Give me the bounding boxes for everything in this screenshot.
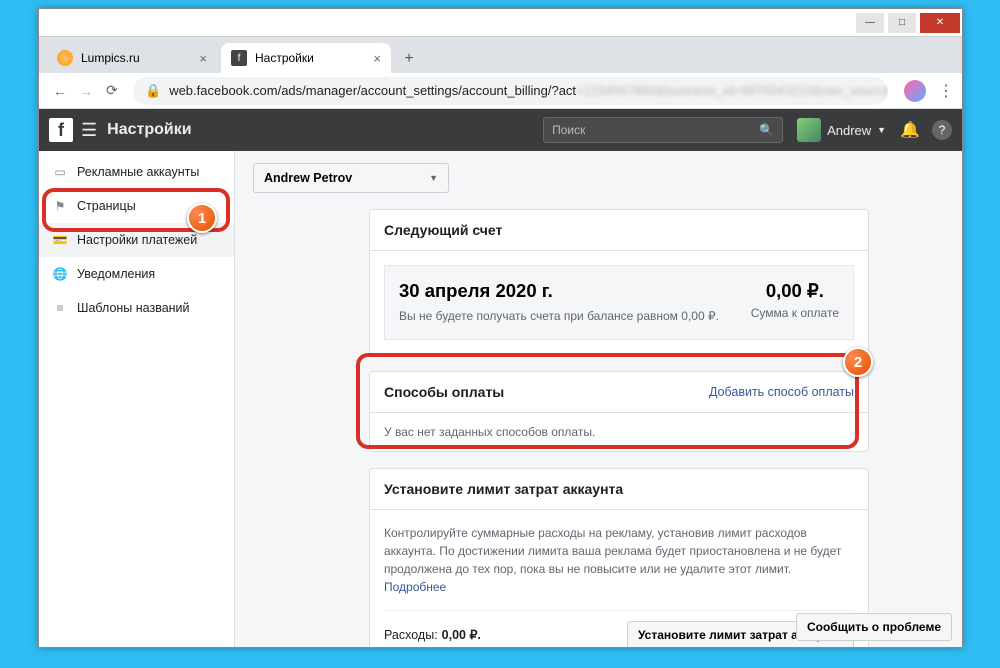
account-dropdown[interactable]: Andrew Petrov ▼ xyxy=(253,163,449,193)
tab-title: Lumpics.ru xyxy=(81,51,140,65)
notifications-icon[interactable]: 🔔 xyxy=(900,120,920,140)
spend-limit-description: Контролируйте суммарные расходы на рекла… xyxy=(384,524,854,596)
sidebar-item-ad-accounts[interactable]: ▭ Рекламные аккаунты xyxy=(39,155,234,189)
avatar-icon xyxy=(797,118,821,142)
user-menu[interactable]: Andrew ▼ xyxy=(797,118,886,142)
next-bill-note: Вы не будете получать счета при балансе … xyxy=(399,308,733,325)
account-dropdown-label: Andrew Petrov xyxy=(264,171,352,185)
no-payment-methods-text: У вас нет заданных способов оплаты. xyxy=(370,412,868,451)
credit-card-icon: 💳 xyxy=(53,233,67,247)
payment-methods-card: Способы оплаты Добавить способ оплаты У … xyxy=(369,371,869,452)
window-minimize-button[interactable]: — xyxy=(856,13,884,33)
url-bar: ← → ⟳ 🔒 web.facebook.com/ads/manager/acc… xyxy=(39,73,962,109)
template-icon: ≡ xyxy=(53,301,67,315)
nav-back-button[interactable]: ← xyxy=(47,78,73,104)
nav-forward-button[interactable]: → xyxy=(73,78,99,104)
list-icon: ▭ xyxy=(53,165,67,179)
url-text: web.facebook.com/ads/manager/account_set… xyxy=(169,83,888,98)
search-icon: 🔍 xyxy=(759,123,774,137)
caret-down-icon: ▼ xyxy=(877,125,886,135)
annotation-badge-1: 1 xyxy=(187,203,217,233)
user-name: Andrew xyxy=(827,123,871,138)
spend-value: 0,00 ₽. xyxy=(442,627,481,642)
window-maximize-button[interactable]: □ xyxy=(888,13,916,33)
bill-amount-label: Сумма к оплате xyxy=(751,306,839,320)
window-close-button[interactable]: ✕ xyxy=(920,13,960,33)
card-header: Установите лимит затрат аккаунта xyxy=(370,469,868,509)
spend-row: Расходы: 0,00 ₽. Установите лимит затрат… xyxy=(384,610,854,647)
browser-tab-active[interactable]: f Настройки × xyxy=(221,43,391,73)
bill-amount: 0,00 ₽. xyxy=(751,280,839,302)
card-title: Установите лимит затрат аккаунта xyxy=(384,481,623,497)
add-payment-method-link[interactable]: Добавить способ оплаты xyxy=(709,385,854,399)
search-input[interactable]: Поиск 🔍 xyxy=(543,117,783,143)
sidebar-item-label: Страницы xyxy=(77,199,136,213)
sidebar-item-naming-templates[interactable]: ≡ Шаблоны названий xyxy=(39,291,234,325)
sidebar-item-label: Настройки платежей xyxy=(77,233,197,247)
spend-limit-card: Установите лимит затрат аккаунта Контрол… xyxy=(369,468,869,647)
browser-tab-inactive[interactable]: Lumpics.ru × xyxy=(47,43,217,73)
globe-icon: 🌐 xyxy=(53,267,67,281)
next-bill-date: 30 апреля 2020 г. xyxy=(399,280,733,302)
bill-summary-box: 30 апреля 2020 г. Вы не будете получать … xyxy=(384,265,854,340)
main-content: Andrew Petrov ▼ Следующий счет 30 апреля… xyxy=(235,151,962,647)
favicon-lumpics xyxy=(57,50,73,66)
page-body: ▭ Рекламные аккаунты ⚑ Страницы 💳 Настро… xyxy=(39,151,962,647)
page-title: Настройки xyxy=(107,121,191,139)
next-bill-card: Следующий счет 30 апреля 2020 г. Вы не б… xyxy=(369,209,869,355)
tab-close-icon[interactable]: × xyxy=(199,51,207,66)
tab-close-icon[interactable]: × xyxy=(373,51,381,66)
card-header: Способы оплаты Добавить способ оплаты xyxy=(370,372,868,412)
sidebar-item-notifications[interactable]: 🌐 Уведомления xyxy=(39,257,234,291)
tab-strip: Lumpics.ru × f Настройки × + xyxy=(39,37,962,73)
browser-menu-icon[interactable]: ⋮ xyxy=(938,81,954,101)
spend-label: Расходы: xyxy=(384,628,438,642)
favicon-facebook: f xyxy=(231,50,247,66)
window-titlebar: — □ ✕ xyxy=(39,9,962,37)
tab-title: Настройки xyxy=(255,51,314,65)
card-title: Следующий счет xyxy=(384,222,502,238)
card-title: Способы оплаты xyxy=(384,384,504,400)
hamburger-menu-icon[interactable]: ☰ xyxy=(81,120,97,141)
sidebar-item-label: Рекламные аккаунты xyxy=(77,165,199,179)
annotation-badge-2: 2 xyxy=(843,347,873,377)
lock-icon: 🔒 xyxy=(145,83,161,99)
card-header: Следующий счет xyxy=(370,210,868,250)
browser-window: — □ ✕ Lumpics.ru × f Настройки × + ← → ⟳… xyxy=(38,8,963,648)
help-icon[interactable]: ? xyxy=(932,120,952,140)
new-tab-button[interactable]: + xyxy=(395,45,423,73)
profile-avatar-icon[interactable] xyxy=(904,80,926,102)
address-bar[interactable]: 🔒 web.facebook.com/ads/manager/account_s… xyxy=(133,77,888,105)
flag-icon: ⚑ xyxy=(53,199,67,213)
nav-reload-button[interactable]: ⟳ xyxy=(99,78,125,104)
facebook-logo-icon[interactable]: f xyxy=(49,118,73,142)
search-placeholder: Поиск xyxy=(552,123,585,137)
sidebar-item-label: Шаблоны названий xyxy=(77,301,190,315)
sidebar-item-label: Уведомления xyxy=(77,267,155,281)
chevron-down-icon: ▼ xyxy=(429,173,438,183)
learn-more-link[interactable]: Подробнее xyxy=(384,580,446,594)
report-problem-button[interactable]: Сообщить о проблеме xyxy=(796,613,952,641)
facebook-header: f ☰ Настройки Поиск 🔍 Andrew ▼ 🔔 ? xyxy=(39,109,962,151)
